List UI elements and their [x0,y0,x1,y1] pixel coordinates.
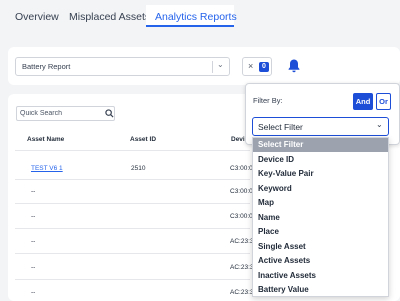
row-divider [15,228,250,229]
tab-misplaced-assets[interactable]: Misplaced Assets [69,11,150,23]
chevron-down-icon[interactable]: ⌄ [376,120,383,129]
column-header-asset-id[interactable]: Asset ID [130,136,156,143]
asset-name-cell: -- [31,213,36,220]
option-active-assets[interactable]: Active Assets [253,254,388,268]
column-header-asset-name[interactable]: Asset Name [27,136,64,143]
device-cell: AC:23:3 [230,238,254,245]
option-place[interactable]: Place [253,225,388,239]
search-icon[interactable] [105,109,114,118]
option-battery-value[interactable]: Battery Value [253,283,388,296]
device-cell: C3:00:0 [230,188,253,195]
device-cell: AC:23:3 [230,264,254,271]
clear-filters-button[interactable]: × 0 [242,57,272,76]
quick-search[interactable] [16,106,115,121]
bell-icon[interactable] [287,58,301,74]
or-button[interactable]: Or [376,93,391,110]
header-divider [15,150,250,151]
tab-overview[interactable]: Overview [15,11,59,23]
asset-name-cell: -- [31,289,36,296]
filter-by-label: Filter By: [253,96,283,105]
option-select-filter[interactable]: Select Filter [253,138,388,152]
option-device-id[interactable]: Device ID [253,153,388,167]
tab-analytics-reports[interactable]: Analytics Reports [146,5,237,27]
chevron-down-icon[interactable]: ⌄ [217,60,224,69]
option-key-value-pair[interactable]: Key-Value Pair [253,167,388,181]
filter-count-badge: 0 [259,62,269,72]
report-select[interactable]: Battery Report ⌄ [15,57,230,76]
filter-select-value: Select Filter [258,122,303,132]
filter-type-select[interactable]: Select Filter ⌄ [252,117,389,136]
device-cell: C3:00:0 [230,213,253,220]
row-divider [15,179,250,180]
option-single-asset[interactable]: Single Asset [253,240,388,254]
row-divider [15,203,250,204]
asset-name-link[interactable]: TEST V6 1 [31,165,63,172]
filter-options-dropdown: Select Filter Device ID Key-Value Pair K… [252,137,389,297]
option-name[interactable]: Name [253,211,388,225]
option-keyword[interactable]: Keyword [253,182,388,196]
device-cell: C3:00:0 [230,165,253,172]
asset-id-cell: 2510 [131,165,146,172]
option-map[interactable]: Map [253,196,388,210]
and-button[interactable]: And [353,93,373,110]
report-select-value: Battery Report [22,62,71,71]
asset-name-cell: -- [31,188,36,195]
tab-bar: Overview Misplaced Assets Analytics Repo… [0,0,400,36]
asset-name-cell: -- [31,238,36,245]
column-header-device[interactable]: Devi [231,136,245,143]
row-divider [15,279,250,280]
search-input[interactable] [20,108,100,119]
close-icon[interactable]: × [248,61,253,71]
row-divider [15,253,250,254]
option-inactive-assets[interactable]: Inactive Assets [253,269,388,283]
select-divider [212,61,213,73]
asset-name-cell: -- [31,264,36,271]
device-cell: AC:23:3 [230,289,254,296]
